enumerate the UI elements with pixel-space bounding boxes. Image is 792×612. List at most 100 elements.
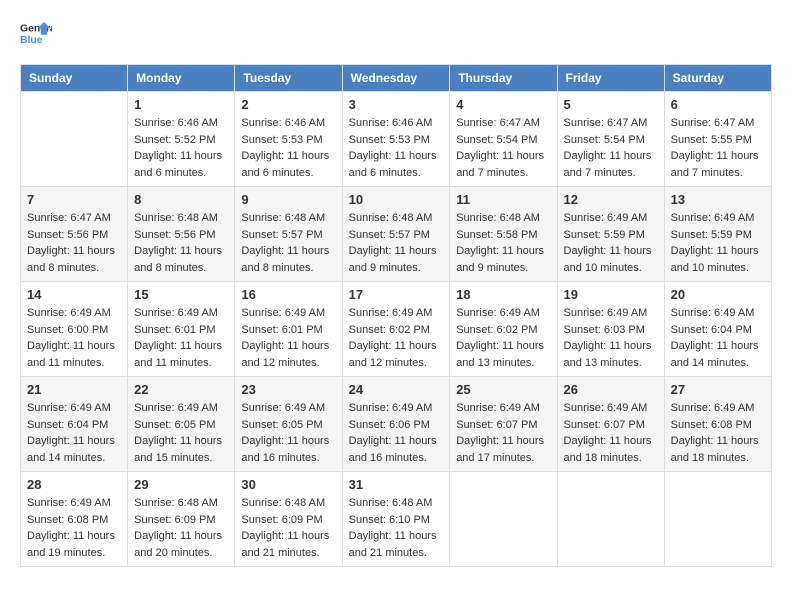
day-of-week-header: Tuesday: [235, 65, 342, 92]
day-info: Sunrise: 6:48 AMSunset: 5:56 PMDaylight:…: [134, 210, 228, 276]
day-info: Sunrise: 6:49 AMSunset: 6:05 PMDaylight:…: [241, 400, 335, 466]
calendar-day-cell: 18Sunrise: 6:49 AMSunset: 6:02 PMDayligh…: [450, 282, 557, 377]
calendar-day-cell: [557, 472, 664, 567]
calendar-day-cell: 24Sunrise: 6:49 AMSunset: 6:06 PMDayligh…: [342, 377, 450, 472]
day-number: 17: [349, 287, 444, 302]
day-info: Sunrise: 6:49 AMSunset: 6:08 PMDaylight:…: [671, 400, 765, 466]
day-info: Sunrise: 6:48 AMSunset: 6:09 PMDaylight:…: [134, 495, 228, 561]
day-of-week-header: Friday: [557, 65, 664, 92]
calendar-day-cell: 14 Sunrise: 6:49 AMSunset: 6:00 PMDayligh…: [21, 282, 128, 377]
day-number: 10: [349, 192, 444, 207]
calendar-day-cell: 26Sunrise: 6:49 AMSunset: 6:07 PMDayligh…: [557, 377, 664, 472]
day-number: 19: [564, 287, 658, 302]
day-info: Sunrise: 6:49 AMSunset: 6:07 PMDaylight:…: [456, 400, 550, 466]
calendar-day-cell: 10 Sunrise: 6:48 AMSunset: 5:57 PMDayligh…: [342, 187, 450, 282]
calendar-week-row: 1Sunrise: 6:46 AMSunset: 5:52 PMDaylight…: [21, 92, 772, 187]
calendar-day-cell: 3Sunrise: 6:46 AMSunset: 5:53 PMDaylight…: [342, 92, 450, 187]
day-number: 2: [241, 97, 335, 112]
day-info: Sunrise: 6:46 AMSunset: 5:53 PMDaylight:…: [241, 115, 335, 181]
svg-text:Blue: Blue: [20, 35, 43, 46]
day-number: 22: [134, 382, 228, 397]
calendar-day-cell: 5 Sunrise: 6:47 AMSunset: 5:54 PMDaylight…: [557, 92, 664, 187]
day-number: 27: [671, 382, 765, 397]
calendar-day-cell: 16 Sunrise: 6:49 AMSunset: 6:01 PMDayligh…: [235, 282, 342, 377]
day-number: 28: [27, 477, 121, 492]
calendar-day-cell: 11 Sunrise: 6:48 AMSunset: 5:58 PMDayligh…: [450, 187, 557, 282]
day-info: Sunrise: 6:48 AMSunset: 5:57 PMDaylight:…: [241, 210, 335, 276]
day-info: Sunrise: 6:49 AMSunset: 6:01 PMDaylight:…: [134, 305, 228, 371]
day-of-week-header: Sunday: [21, 65, 128, 92]
calendar-day-cell: 15 Sunrise: 6:49 AMSunset: 6:01 PMDayligh…: [128, 282, 235, 377]
calendar-week-row: 28 Sunrise: 6:49 AMSunset: 6:08 PMDayligh…: [21, 472, 772, 567]
day-number: 9: [241, 192, 335, 207]
day-info: Sunrise: 6:48 AMSunset: 5:57 PMDaylight:…: [349, 210, 444, 276]
day-info: Sunrise: 6:49 AMSunset: 6:00 PMDaylight:…: [27, 305, 121, 371]
day-of-week-header: Thursday: [450, 65, 557, 92]
day-info: Sunrise: 6:48 AMSunset: 5:58 PMDaylight:…: [456, 210, 550, 276]
day-number: 5: [564, 97, 658, 112]
day-info: Sunrise: 6:46 AMSunset: 5:53 PMDaylight:…: [349, 115, 444, 181]
day-info: Sunrise: 6:48 AMSunset: 6:10 PMDaylight:…: [349, 495, 444, 561]
calendar-day-cell: 12 Sunrise: 6:49 AMSunset: 5:59 PMDayligh…: [557, 187, 664, 282]
day-info: Sunrise: 6:49 AMSunset: 6:08 PMDaylight:…: [27, 495, 121, 561]
day-number: 23: [241, 382, 335, 397]
logo: General Blue: [20, 20, 52, 48]
day-info: Sunrise: 6:49 AMSunset: 6:04 PMDaylight:…: [27, 400, 121, 466]
day-info: Sunrise: 6:47 AMSunset: 5:55 PMDaylight:…: [671, 115, 765, 181]
calendar-day-cell: 30 Sunrise: 6:48 AMSunset: 6:09 PMDayligh…: [235, 472, 342, 567]
day-number: 6: [671, 97, 765, 112]
calendar-day-cell: 7Sunrise: 6:47 AMSunset: 5:56 PMDaylight…: [21, 187, 128, 282]
day-number: 31: [349, 477, 444, 492]
day-info: Sunrise: 6:47 AMSunset: 5:54 PMDaylight:…: [456, 115, 550, 181]
calendar-day-cell: 23 Sunrise: 6:49 AMSunset: 6:05 PMDayligh…: [235, 377, 342, 472]
day-number: 7: [27, 192, 121, 207]
day-number: 1: [134, 97, 228, 112]
day-number: 14: [27, 287, 121, 302]
calendar-day-cell: 22 Sunrise: 6:49 AMSunset: 6:05 PMDayligh…: [128, 377, 235, 472]
calendar-header-row: SundayMondayTuesdayWednesdayThursdayFrid…: [21, 65, 772, 92]
logo-icon: General Blue: [20, 20, 52, 48]
calendar-day-cell: 21Sunrise: 6:49 AMSunset: 6:04 PMDayligh…: [21, 377, 128, 472]
day-info: Sunrise: 6:49 AMSunset: 5:59 PMDaylight:…: [564, 210, 658, 276]
day-info: Sunrise: 6:49 AMSunset: 6:01 PMDaylight:…: [241, 305, 335, 371]
calendar-table: SundayMondayTuesdayWednesdayThursdayFrid…: [20, 64, 772, 567]
day-info: Sunrise: 6:47 AMSunset: 5:54 PMDaylight:…: [564, 115, 658, 181]
calendar-day-cell: 29 Sunrise: 6:48 AMSunset: 6:09 PMDayligh…: [128, 472, 235, 567]
calendar-day-cell: [664, 472, 771, 567]
day-info: Sunrise: 6:49 AMSunset: 6:05 PMDaylight:…: [134, 400, 228, 466]
calendar-day-cell: 2 Sunrise: 6:46 AMSunset: 5:53 PMDaylight…: [235, 92, 342, 187]
day-number: 29: [134, 477, 228, 492]
day-info: Sunrise: 6:48 AMSunset: 6:09 PMDaylight:…: [241, 495, 335, 561]
calendar-day-cell: 25 Sunrise: 6:49 AMSunset: 6:07 PMDayligh…: [450, 377, 557, 472]
day-info: Sunrise: 6:49 AMSunset: 6:04 PMDaylight:…: [671, 305, 765, 371]
calendar-week-row: 7Sunrise: 6:47 AMSunset: 5:56 PMDaylight…: [21, 187, 772, 282]
day-of-week-header: Saturday: [664, 65, 771, 92]
calendar-day-cell: 9 Sunrise: 6:48 AMSunset: 5:57 PMDaylight…: [235, 187, 342, 282]
day-number: 20: [671, 287, 765, 302]
calendar-week-row: 21Sunrise: 6:49 AMSunset: 6:04 PMDayligh…: [21, 377, 772, 472]
calendar-day-cell: 20 Sunrise: 6:49 AMSunset: 6:04 PMDayligh…: [664, 282, 771, 377]
day-of-week-header: Monday: [128, 65, 235, 92]
calendar-day-cell: 28 Sunrise: 6:49 AMSunset: 6:08 PMDayligh…: [21, 472, 128, 567]
calendar-day-cell: 17 Sunrise: 6:49 AMSunset: 6:02 PMDayligh…: [342, 282, 450, 377]
day-info: Sunrise: 6:49 AMSunset: 6:06 PMDaylight:…: [349, 400, 444, 466]
calendar-day-cell: 6 Sunrise: 6:47 AMSunset: 5:55 PMDaylight…: [664, 92, 771, 187]
day-number: 11: [456, 192, 550, 207]
calendar-day-cell: [21, 92, 128, 187]
calendar-day-cell: [450, 472, 557, 567]
page-header: General Blue: [20, 20, 772, 48]
calendar-day-cell: 27 Sunrise: 6:49 AMSunset: 6:08 PMDayligh…: [664, 377, 771, 472]
day-number: 12: [564, 192, 658, 207]
day-info: Sunrise: 6:49 AMSunset: 6:02 PMDaylight:…: [456, 305, 550, 371]
day-info: Sunrise: 6:49 AMSunset: 6:02 PMDaylight:…: [349, 305, 444, 371]
day-number: 16: [241, 287, 335, 302]
calendar-day-cell: 4Sunrise: 6:47 AMSunset: 5:54 PMDaylight…: [450, 92, 557, 187]
calendar-day-cell: 19Sunrise: 6:49 AMSunset: 6:03 PMDayligh…: [557, 282, 664, 377]
calendar-day-cell: 1Sunrise: 6:46 AMSunset: 5:52 PMDaylight…: [128, 92, 235, 187]
day-number: 30: [241, 477, 335, 492]
day-info: Sunrise: 6:49 AMSunset: 5:59 PMDaylight:…: [671, 210, 765, 276]
day-number: 25: [456, 382, 550, 397]
calendar-day-cell: 13Sunrise: 6:49 AMSunset: 5:59 PMDayligh…: [664, 187, 771, 282]
day-number: 15: [134, 287, 228, 302]
calendar-week-row: 14 Sunrise: 6:49 AMSunset: 6:00 PMDayligh…: [21, 282, 772, 377]
